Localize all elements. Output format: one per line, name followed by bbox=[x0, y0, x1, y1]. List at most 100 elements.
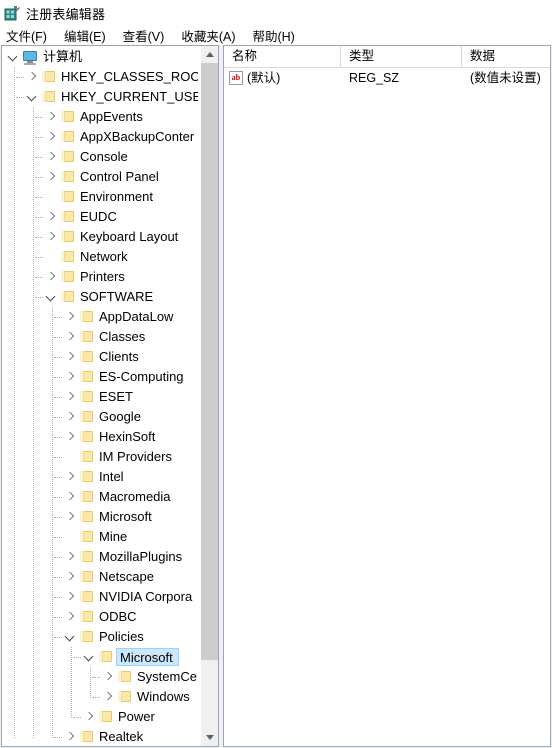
tree-item-im-providers[interactable]: IM Providers bbox=[63, 447, 178, 467]
tree-item-google[interactable]: Google bbox=[63, 407, 147, 427]
chevron-right-icon[interactable] bbox=[63, 387, 79, 407]
tree-item-environment[interactable]: Environment bbox=[44, 187, 159, 207]
column-header-data[interactable]: 数据 bbox=[462, 46, 550, 67]
tree-item-control-panel[interactable]: Control Panel bbox=[44, 167, 165, 187]
tree-item-printers[interactable]: Printers bbox=[44, 267, 131, 287]
chevron-right-icon[interactable] bbox=[63, 367, 79, 387]
chevron-right-icon[interactable] bbox=[63, 727, 79, 746]
tree-item-eudc[interactable]: EUDC bbox=[44, 207, 123, 227]
scrollbar-track[interactable] bbox=[201, 63, 218, 729]
tree-item-odbc[interactable]: ODBC bbox=[63, 607, 143, 627]
folder-icon bbox=[117, 667, 133, 687]
tree-item-classes[interactable]: Classes bbox=[63, 327, 151, 347]
tree-item-eset[interactable]: ESET bbox=[63, 387, 139, 407]
chevron-right-icon[interactable] bbox=[63, 507, 79, 527]
tree-item-realtek[interactable]: Realtek bbox=[63, 727, 149, 746]
folder-icon bbox=[41, 87, 57, 107]
chevron-right-icon[interactable] bbox=[63, 607, 79, 627]
tree-item-label: SystemCe bbox=[137, 669, 197, 684]
tree-item-[interactable]: 计算机 bbox=[6, 47, 88, 67]
chevron-right-icon[interactable] bbox=[63, 547, 79, 567]
tree-item-mine[interactable]: Mine bbox=[63, 527, 133, 547]
chevron-right-icon[interactable] bbox=[101, 667, 117, 687]
folder-icon bbox=[60, 287, 76, 307]
tree-item-intel[interactable]: Intel bbox=[63, 467, 130, 487]
tree-guide-line bbox=[35, 137, 43, 138]
column-header-type[interactable]: 类型 bbox=[341, 46, 462, 67]
tree-guide-line bbox=[54, 737, 62, 738]
tree-item-keyboard-layout[interactable]: Keyboard Layout bbox=[44, 227, 184, 247]
folder-icon bbox=[60, 147, 76, 167]
scroll-down-arrow-icon[interactable] bbox=[201, 729, 218, 746]
chevron-right-icon[interactable] bbox=[63, 587, 79, 607]
tree-item-software[interactable]: SOFTWARE bbox=[44, 287, 159, 307]
tree-item-macromedia[interactable]: Macromedia bbox=[63, 487, 177, 507]
tree-item-power[interactable]: Power bbox=[82, 707, 161, 727]
chevron-down-icon[interactable] bbox=[25, 87, 41, 107]
folder-icon bbox=[79, 447, 95, 467]
chevron-right-icon[interactable] bbox=[44, 147, 60, 167]
tree-item-clients[interactable]: Clients bbox=[63, 347, 145, 367]
chevron-right-icon[interactable] bbox=[44, 127, 60, 147]
values-list-row[interactable]: ab (默认) REG_SZ (数值未设置) bbox=[224, 68, 550, 88]
chevron-right-icon[interactable] bbox=[63, 427, 79, 447]
menu-favorites[interactable]: 收藏夹(A) bbox=[181, 26, 243, 45]
tree-item-appxbackupconter[interactable]: AppXBackupConter bbox=[44, 127, 198, 147]
tree-vertical-scrollbar[interactable] bbox=[201, 46, 218, 746]
scroll-up-arrow-icon[interactable] bbox=[201, 46, 218, 63]
chevron-right-icon[interactable] bbox=[44, 267, 60, 287]
tree-item-nvidia-corpora[interactable]: NVIDIA Corpora bbox=[63, 587, 198, 607]
chevron-right-icon[interactable] bbox=[63, 307, 79, 327]
tree-item-microsoft[interactable]: Microsoft bbox=[82, 647, 179, 667]
chevron-right-icon[interactable] bbox=[44, 107, 60, 127]
column-header-name[interactable]: 名称 bbox=[224, 46, 341, 67]
menu-file[interactable]: 文件(F) bbox=[6, 26, 55, 45]
chevron-down-icon[interactable] bbox=[63, 627, 79, 647]
tree-item-systemce[interactable]: SystemCe bbox=[101, 667, 198, 687]
chevron-down-icon[interactable] bbox=[44, 287, 60, 307]
menu-view[interactable]: 查看(V) bbox=[123, 26, 173, 45]
values-list-body[interactable]: ab (默认) REG_SZ (数值未设置) bbox=[224, 68, 550, 88]
tree-item-windows[interactable]: Windows bbox=[101, 687, 196, 707]
chevron-right-icon[interactable] bbox=[101, 687, 117, 707]
tree-item-console[interactable]: Console bbox=[44, 147, 134, 167]
chevron-right-icon[interactable] bbox=[63, 487, 79, 507]
values-list-pane[interactable]: 名称 类型 数据 ab (默认) REG_SZ (数值未设置) bbox=[223, 45, 551, 747]
menu-help[interactable]: 帮助(H) bbox=[252, 26, 302, 45]
chevron-right-icon[interactable] bbox=[63, 407, 79, 427]
tree-guide-line bbox=[54, 337, 62, 338]
chevron-right-icon[interactable] bbox=[63, 347, 79, 367]
tree-item-appdatalow[interactable]: AppDataLow bbox=[63, 307, 179, 327]
tree-guide-line bbox=[54, 597, 62, 598]
tree-item-hkey-current-user[interactable]: HKEY_CURRENT_USER bbox=[25, 87, 198, 107]
tree-guide-line bbox=[73, 657, 81, 658]
chevron-right-icon[interactable] bbox=[82, 707, 98, 727]
registry-tree-pane[interactable]: 计算机 HKEY_CLASSES_ROOT HKEY_CURRENT_USER App… bbox=[1, 45, 219, 747]
chevron-down-icon[interactable] bbox=[6, 47, 22, 67]
chevron-right-icon[interactable] bbox=[25, 67, 41, 87]
chevron-right-icon[interactable] bbox=[63, 567, 79, 587]
scrollbar-thumb[interactable] bbox=[201, 63, 218, 660]
tree-item-network[interactable]: Network bbox=[44, 247, 134, 267]
chevron-down-icon[interactable] bbox=[82, 647, 98, 667]
tree-item-hkey-classes-root[interactable]: HKEY_CLASSES_ROOT bbox=[25, 67, 198, 87]
tree-item-label: Macromedia bbox=[99, 489, 171, 504]
chevron-right-icon[interactable] bbox=[44, 227, 60, 247]
tree-guide-line bbox=[35, 277, 43, 278]
menu-edit[interactable]: 编辑(E) bbox=[64, 26, 114, 45]
tree-item-netscape[interactable]: Netscape bbox=[63, 567, 160, 587]
folder-icon bbox=[79, 467, 95, 487]
tree-item-mozillaplugins[interactable]: MozillaPlugins bbox=[63, 547, 188, 567]
tree-item-microsoft[interactable]: Microsoft bbox=[63, 507, 158, 527]
chevron-right-icon[interactable] bbox=[63, 327, 79, 347]
tree-item-label: AppEvents bbox=[80, 109, 143, 124]
chevron-right-icon[interactable] bbox=[44, 207, 60, 227]
tree-item-es-computing[interactable]: ES-Computing bbox=[63, 367, 190, 387]
registry-tree[interactable]: 计算机 HKEY_CLASSES_ROOT HKEY_CURRENT_USER App… bbox=[2, 46, 198, 746]
tree-item-policies[interactable]: Policies bbox=[63, 627, 150, 647]
tree-item-appevents[interactable]: AppEvents bbox=[44, 107, 149, 127]
chevron-right-icon[interactable] bbox=[63, 467, 79, 487]
chevron-right-icon[interactable] bbox=[44, 167, 60, 187]
tree-item-hexinsoft[interactable]: HexinSoft bbox=[63, 427, 161, 447]
